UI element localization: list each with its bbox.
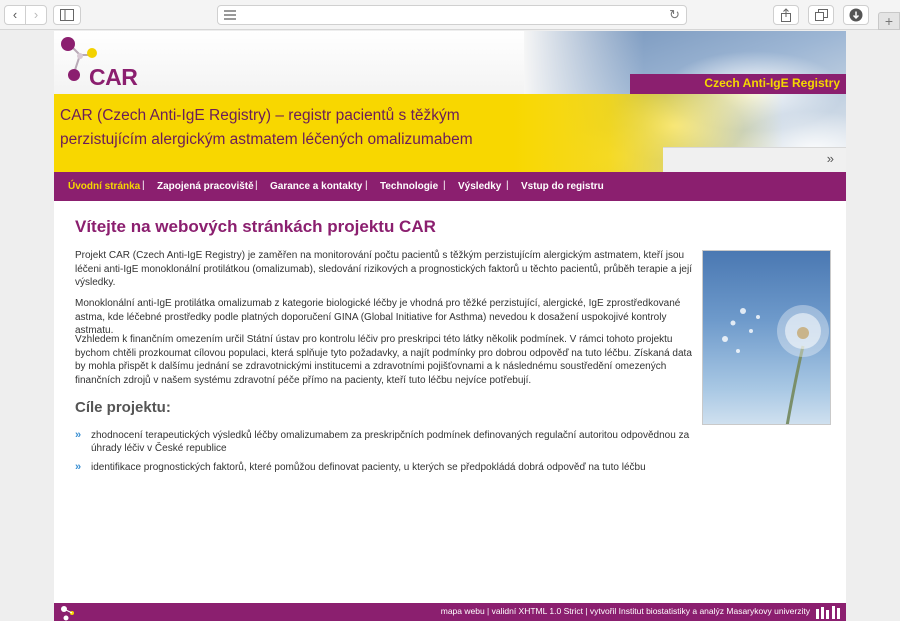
nav-separator: | — [506, 180, 509, 191]
sidebar-icon — [60, 9, 74, 21]
goal-text: zhodnocení terapeutických výsledků léčby… — [91, 430, 690, 454]
logo-text: CAR — [89, 64, 138, 90]
reload-icon[interactable]: ↻ — [669, 7, 680, 23]
nav-separator: | — [443, 180, 446, 191]
address-bar[interactable]: ↻ — [217, 5, 687, 25]
nav-item-uvodni-stranka[interactable]: Úvodní stránka — [68, 181, 140, 192]
browser-toolbar: ‹ › ↻ — [0, 0, 900, 30]
nav-separator: | — [365, 180, 368, 191]
car-logo[interactable]: CAR — [58, 35, 138, 91]
new-tab-button[interactable]: + — [878, 12, 900, 30]
footer-logo-icon — [61, 606, 74, 621]
nav-item-zapojena-pracoviste[interactable]: Zapojená pracoviště — [157, 181, 254, 192]
goals-title: Cíle projektu: — [75, 399, 171, 416]
tabs-icon — [814, 9, 828, 21]
nav-separator: | — [255, 180, 258, 191]
double-chevron-bullet-icon: » — [75, 429, 82, 441]
dandelion-photo — [702, 250, 831, 425]
sidebar-toggle-button[interactable] — [53, 5, 81, 25]
intro-paragraph: Projekt CAR (Czech Anti-IgE Registry) je… — [75, 250, 692, 288]
page-headline: CAR (Czech Anti-IgE Registry) – registr … — [60, 107, 473, 148]
web-page: CAR Czech Anti-IgE Registry CAR (Czech A… — [54, 31, 846, 621]
nav-separator: | — [142, 180, 145, 191]
footer-links[interactable]: mapa webu | validní XHTML 1.0 Strict | v… — [441, 606, 810, 616]
nav-item-vstup-do-registru[interactable]: Vstup do registru — [521, 181, 604, 192]
forward-button[interactable]: › — [25, 5, 47, 25]
registry-bar: Czech Anti-IgE Registry — [630, 74, 846, 94]
share-button[interactable] — [773, 5, 799, 25]
registry-label: Czech Anti-IgE Registry — [704, 76, 840, 90]
main-nav: Úvodní stránka | Zapojená pracoviště | G… — [54, 172, 846, 201]
download-icon — [849, 8, 863, 22]
back-button[interactable]: ‹ — [4, 5, 26, 25]
nav-item-garance-a-kontakty[interactable]: Garance a kontakty — [270, 181, 362, 192]
share-icon — [781, 8, 791, 22]
reader-icon[interactable] — [224, 10, 236, 20]
nav-item-technologie[interactable]: Technologie — [380, 181, 438, 192]
double-chevron-bullet-icon: » — [75, 461, 82, 473]
chevron-left-icon: ‹ — [12, 7, 18, 22]
nav-item-vysledky[interactable]: Výsledky — [458, 181, 501, 192]
chevron-right-icon: › — [33, 7, 39, 22]
plus-icon: + — [884, 13, 894, 29]
header-search-strip[interactable]: » — [663, 147, 846, 172]
funding-paragraph: Vzhledem k finančním omezením určil Stát… — [75, 334, 692, 386]
double-chevron-right-icon[interactable]: » — [827, 151, 834, 166]
dandelion-image — [722, 305, 829, 424]
content-title: Vítejte na webových stránkách projektu C… — [75, 217, 436, 236]
list-item: » zhodnocení terapeutických výsledků léč… — [75, 429, 695, 455]
page-footer: mapa webu | validní XHTML 1.0 Strict | v… — [54, 603, 846, 621]
download-button[interactable] — [843, 5, 869, 25]
omalizumab-paragraph: Monoklonální anti-IgE protilátka omalizu… — [75, 298, 681, 336]
list-item: » identifikace prognostických faktorů, k… — [75, 461, 695, 474]
goal-text: identifikace prognostických faktorů, kte… — [91, 462, 646, 473]
tabs-button[interactable] — [808, 5, 834, 25]
institute-logo-icon — [816, 606, 840, 619]
